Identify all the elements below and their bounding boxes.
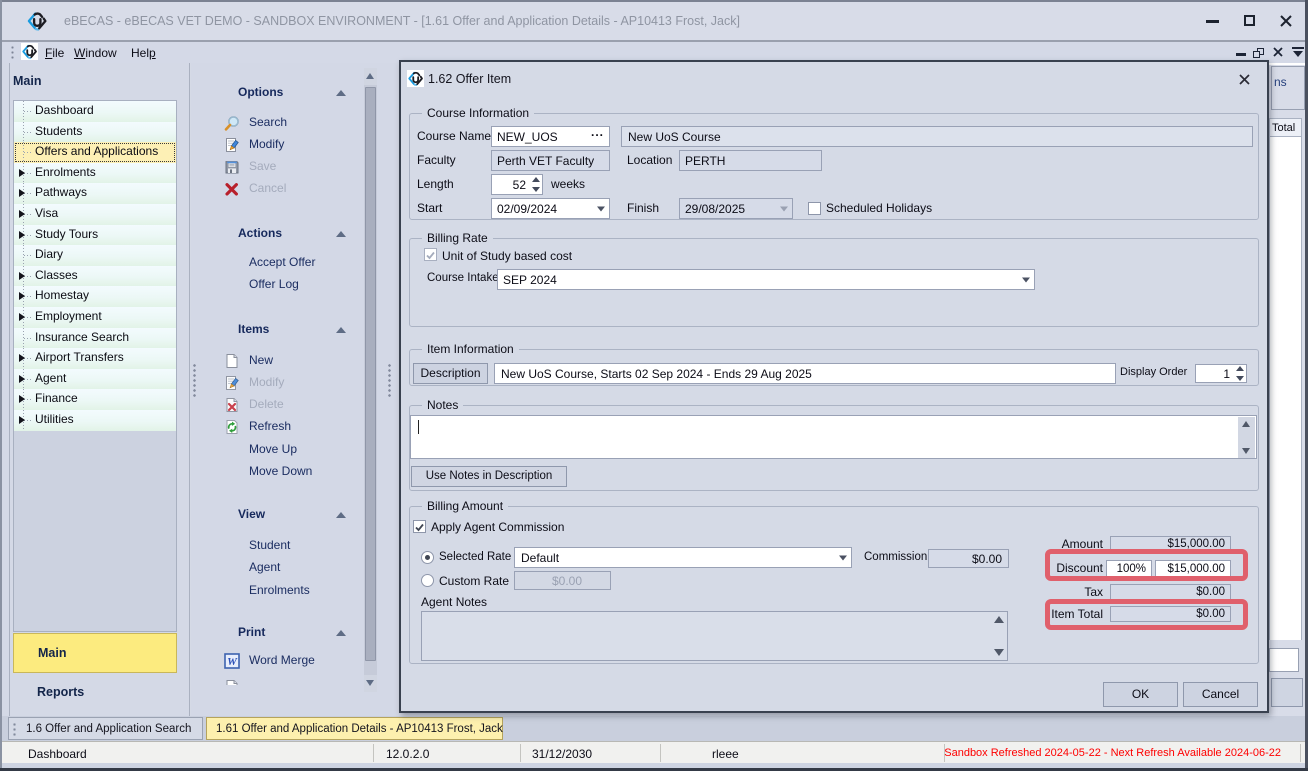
svg-text:W: W [227, 656, 238, 668]
